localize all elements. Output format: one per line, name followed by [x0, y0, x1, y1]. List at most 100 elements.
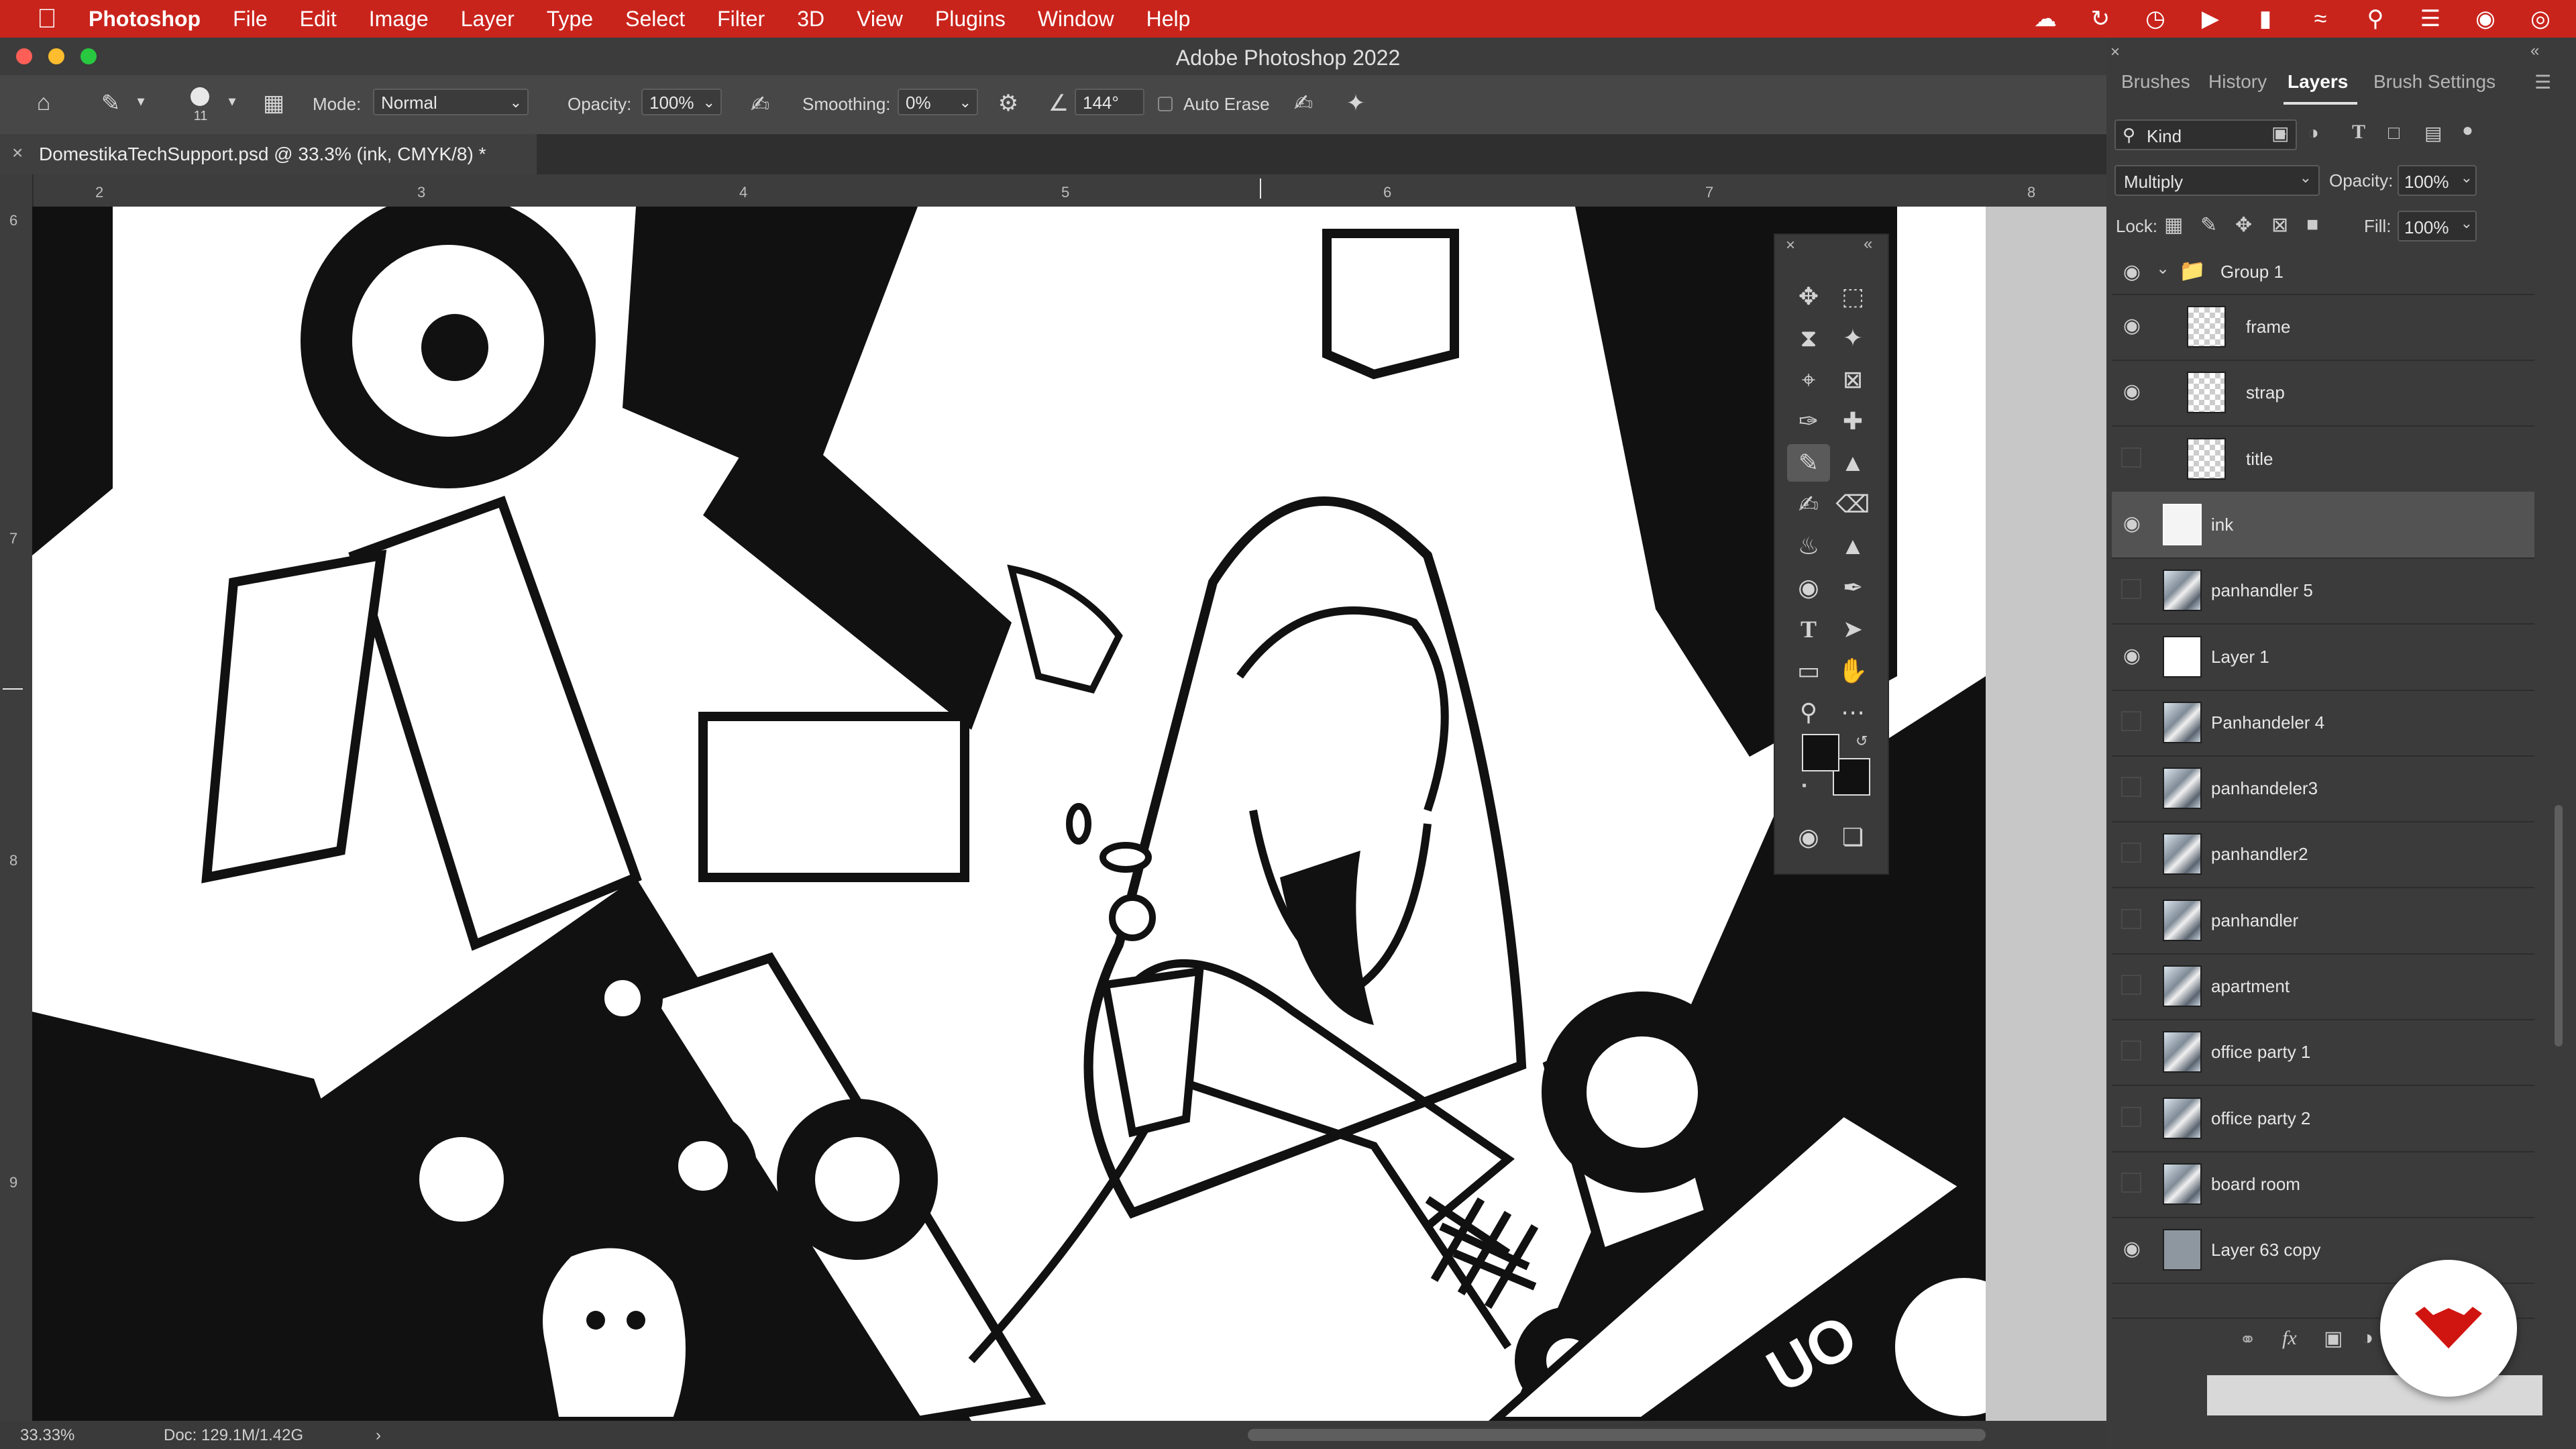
layer-row[interactable]: board room	[2112, 1151, 2534, 1218]
pressure-opacity-icon[interactable]: ✍	[743, 91, 777, 118]
eye-icon[interactable]: ◉	[2118, 260, 2145, 284]
close-tab-icon[interactable]: ×	[12, 142, 23, 164]
angle-field[interactable]: 144°	[1075, 89, 1144, 115]
menu-file[interactable]: File	[233, 7, 268, 32]
filter-type-icon[interactable]: T	[2352, 121, 2365, 144]
close-tools-icon[interactable]: ×	[1786, 236, 1795, 255]
creative-cloud-icon[interactable]: ☁	[2030, 5, 2061, 32]
menu-edit[interactable]: Edit	[300, 7, 337, 32]
quick-mask-icon[interactable]: ◉	[1787, 818, 1830, 856]
collapse-panel-icon[interactable]: «	[2530, 42, 2539, 60]
pen-tool-icon[interactable]: ✒	[1831, 569, 1874, 606]
eye-hidden-icon[interactable]	[2121, 975, 2141, 995]
brush-picker-chevron-icon[interactable]: ▾	[224, 93, 240, 110]
sync-icon[interactable]: ↻	[2085, 5, 2116, 32]
eye-hidden-icon[interactable]	[2121, 777, 2141, 798]
zoom-tool-icon[interactable]: ⚲	[1787, 694, 1830, 731]
eye-icon[interactable]: ◉	[2118, 644, 2145, 667]
layer-row[interactable]: ◉ frame	[2112, 294, 2534, 361]
lock-artboard-icon[interactable]: ⊠	[2271, 213, 2288, 237]
eye-hidden-icon[interactable]	[2121, 579, 2141, 600]
eye-icon[interactable]: ◉	[2118, 314, 2145, 337]
blur-tool-icon[interactable]: ▲	[1831, 527, 1874, 565]
foreground-color-swatch[interactable]	[1802, 734, 1839, 771]
control-center-icon[interactable]: ☰	[2415, 5, 2446, 32]
eye-hidden-icon[interactable]	[2121, 908, 2141, 929]
eye-hidden-icon[interactable]	[2121, 1172, 2141, 1193]
rectangle-tool-icon[interactable]: ▭	[1787, 652, 1830, 690]
fill-field[interactable]: 100% ⌄	[2398, 211, 2477, 241]
adjustment-layer-icon[interactable]: ◑	[2361, 1327, 2373, 1350]
link-layers-icon[interactable]: ⚭	[2239, 1328, 2256, 1352]
more-tools-icon[interactable]: ⋯	[1831, 694, 1874, 731]
auto-erase-checkbox[interactable]	[1158, 97, 1173, 111]
blend-mode-select[interactable]: Multiply ⌄	[2114, 165, 2320, 196]
close-window-button[interactable]	[16, 48, 32, 64]
gear-icon[interactable]: ⚙	[991, 90, 1025, 117]
symmetry-icon[interactable]: ✦	[1339, 90, 1373, 117]
stamp-tool-icon[interactable]: ▲	[1831, 444, 1874, 482]
eye-hidden-icon[interactable]	[2121, 843, 2141, 863]
close-panel-icon[interactable]: ×	[2110, 43, 2120, 62]
layer-row[interactable]: ◉ ink	[2112, 491, 2534, 559]
eye-icon[interactable]: ◉	[2118, 380, 2145, 403]
lock-image-icon[interactable]: ✎	[2200, 213, 2217, 237]
eye-hidden-icon[interactable]	[2121, 447, 2141, 468]
layer-opacity-field[interactable]: 100% ⌄	[2398, 165, 2477, 196]
layer-row[interactable]: panhandeler3	[2112, 755, 2534, 823]
lasso-tool-icon[interactable]: ⧗	[1787, 319, 1830, 357]
pencil-tool-icon[interactable]: ✎	[1787, 444, 1830, 482]
apple-icon[interactable]: 	[30, 0, 64, 38]
eye-hidden-icon[interactable]	[2121, 1040, 2141, 1061]
menu-view[interactable]: View	[857, 7, 903, 32]
eraser-tool-icon[interactable]: ⌫	[1831, 486, 1874, 523]
horizontal-scrollbar[interactable]	[1248, 1429, 1986, 1441]
path-selection-tool-icon[interactable]: ➤	[1831, 610, 1874, 648]
paint-bucket-tool-icon[interactable]: ♨	[1787, 527, 1830, 565]
lock-transparent-icon[interactable]: ▦	[2164, 213, 2183, 237]
clock-icon[interactable]: ◷	[2140, 5, 2171, 32]
battery-icon[interactable]: ▮	[2250, 5, 2281, 32]
screen-mode-icon[interactable]: ❏	[1831, 818, 1874, 856]
spotlight-icon[interactable]: ⚲	[2360, 5, 2391, 32]
chevron-right-icon[interactable]: ›	[376, 1426, 381, 1445]
layer-row[interactable]: panhandler2	[2112, 821, 2534, 889]
menu-window[interactable]: Window	[1038, 7, 1114, 32]
layer-row[interactable]: panhandler 5	[2112, 557, 2534, 625]
marquee-tool-icon[interactable]: ⬚	[1831, 278, 1874, 315]
smoothing-field[interactable]: 0% ⌄	[898, 89, 978, 115]
move-tool-icon[interactable]: ✥	[1787, 278, 1830, 315]
eye-hidden-icon[interactable]	[2121, 710, 2141, 731]
brush-preview-icon[interactable]	[191, 87, 209, 106]
menu-3d[interactable]: 3D	[797, 7, 824, 32]
filter-toggle-icon[interactable]: ●	[2462, 119, 2473, 141]
mode-select[interactable]: Normal ⌄	[373, 89, 529, 115]
document-tab[interactable]: × DomestikaTechSupport.psd @ 33.3% (ink,…	[0, 134, 537, 174]
collapse-tools-icon[interactable]: «	[1864, 235, 1872, 254]
minimize-window-button[interactable]	[48, 48, 64, 64]
filter-shape-icon[interactable]: □	[2388, 122, 2400, 144]
lock-all-icon[interactable]: ■	[2306, 213, 2318, 236]
brush-settings-toggle-icon[interactable]: ▦	[259, 90, 288, 117]
siri-icon[interactable]: ◉	[2470, 5, 2501, 32]
zoom-window-button[interactable]	[80, 48, 97, 64]
layer-row[interactable]: office party 2	[2112, 1085, 2534, 1152]
panel-menu-icon[interactable]: ☰	[2534, 71, 2551, 93]
opacity-field[interactable]: 100% ⌄	[641, 89, 722, 115]
chevron-down-icon[interactable]: ▾	[133, 93, 149, 110]
tab-history[interactable]: History	[2208, 71, 2267, 93]
healing-brush-tool-icon[interactable]: ✚	[1831, 402, 1874, 440]
type-tool-icon[interactable]: T	[1787, 610, 1830, 648]
dodge-tool-icon[interactable]: ◉	[1787, 569, 1830, 606]
hand-tool-icon[interactable]: ✋	[1831, 652, 1874, 690]
filter-pixel-icon[interactable]: ▣	[2271, 122, 2289, 144]
menu-plugins[interactable]: Plugins	[935, 7, 1006, 32]
menu-layer[interactable]: Layer	[461, 7, 515, 32]
layer-group-row[interactable]: ◉ ⌄ 📁 Group 1	[2112, 250, 2534, 295]
layer-row[interactable]: ◉ strap	[2112, 360, 2534, 427]
layer-row[interactable]: panhandler	[2112, 888, 2534, 955]
tab-layers[interactable]: Layers	[2288, 71, 2348, 93]
menu-type[interactable]: Type	[547, 7, 593, 32]
frame-tool-icon[interactable]: ⊠	[1831, 361, 1874, 398]
default-colors-icon[interactable]: ▪	[1802, 778, 1807, 794]
